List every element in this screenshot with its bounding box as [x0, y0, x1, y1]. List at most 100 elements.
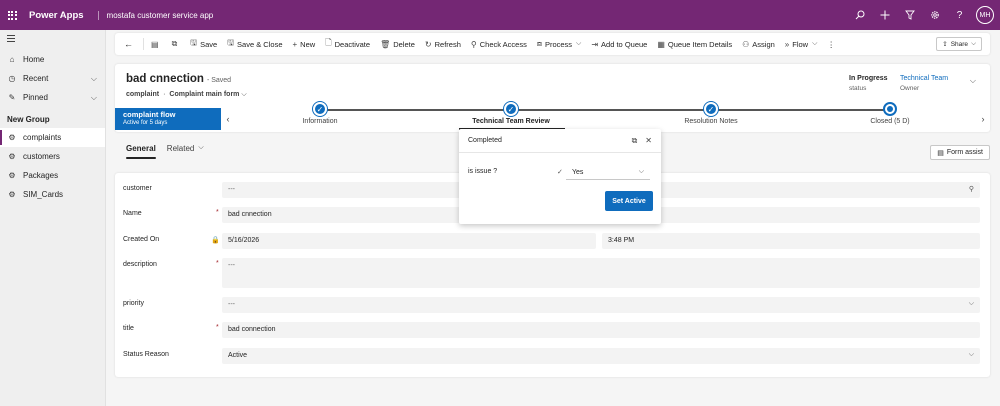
share-button[interactable]: ⇪ Share ⌵	[936, 37, 982, 51]
save-close-button[interactable]: 🖫 Save & Close	[222, 33, 287, 55]
filter-icon[interactable]	[897, 0, 922, 30]
stage-current-icon[interactable]	[883, 102, 897, 116]
created-on-time-input[interactable]: 3:48 PM	[602, 233, 980, 249]
field-value: ---	[228, 301, 235, 308]
bpf-next-button[interactable]: ›	[976, 108, 990, 130]
app-name[interactable]: mostafa customer service app	[97, 10, 213, 20]
stage-technical-team-review[interactable]: Technical Team Review	[472, 118, 550, 125]
back-button[interactable]: ←	[115, 33, 141, 55]
field-value: ---	[228, 186, 235, 193]
title-input[interactable]: bad connection	[222, 322, 980, 338]
field-value: Active	[228, 352, 248, 359]
form-view-button[interactable]: ▤	[146, 33, 167, 55]
share-icon: ⇪	[942, 41, 948, 48]
sidebar-item-customers[interactable]: ⚙ customers	[0, 147, 105, 166]
field-label: Name	[123, 210, 142, 217]
sidebar-item-pinned[interactable]: ✎ Pinned ⌵	[0, 88, 105, 107]
brand-name[interactable]: Power Apps	[29, 10, 84, 21]
created-on-date-input[interactable]: 5/16/2026	[222, 233, 596, 249]
record-subtitle: complaint · Complaint main form ⌵	[126, 91, 247, 99]
sidebar-item-packages[interactable]: ⚙ Packages	[0, 166, 105, 185]
priority-select[interactable]: --- ⌵	[222, 297, 980, 313]
flow-button[interactable]: » Flow ⌵	[780, 33, 823, 55]
queue-item-details-button[interactable]: ▦ Queue Item Details	[652, 33, 737, 55]
top-bar: Power Apps mostafa customer service app …	[0, 0, 1000, 30]
stage-completed-check-icon[interactable]: ✓	[704, 102, 718, 116]
field-label: Created On	[123, 236, 160, 243]
field-priority: priority --- ⌵	[115, 297, 990, 315]
check-icon: ✓	[557, 169, 563, 176]
sidebar-item-sim-cards[interactable]: ⚙ SIM_Cards	[0, 185, 105, 204]
bpf-prev-button[interactable]: ‹	[221, 108, 235, 130]
deactivate-label: Deactivate	[334, 39, 371, 49]
queue-item-details-label: Queue Item Details	[667, 39, 733, 49]
sidebar-item-home[interactable]: ⌂ Home	[0, 50, 105, 69]
bpf-flag[interactable]: complaint flow Active for 5 days	[115, 108, 221, 130]
queue-details-icon: ▦	[657, 39, 665, 49]
save-close-label: Save & Close	[237, 39, 283, 49]
app-launcher-icon[interactable]	[0, 0, 24, 30]
form-name: Complaint main form	[169, 91, 240, 98]
form-selector[interactable]: Complaint main form ⌵	[169, 91, 246, 99]
assign-button[interactable]: ⚇ Assign	[737, 33, 780, 55]
check-access-button[interactable]: ⚲ Check Access	[466, 33, 532, 55]
sidebar-item-recent[interactable]: ◷ Recent ⌵	[0, 69, 105, 88]
set-active-button[interactable]: Set Active	[605, 191, 653, 211]
stage-completed-check-icon[interactable]: ✓	[504, 102, 518, 116]
owner-value[interactable]: Technical Team	[900, 75, 948, 82]
status-value: In Progress	[849, 75, 888, 82]
search-icon[interactable]	[847, 0, 872, 30]
search-icon[interactable]: ⚲	[969, 185, 974, 193]
divider	[143, 38, 144, 50]
tab-related[interactable]: Related ⌵	[167, 136, 204, 160]
stage-closed[interactable]: Closed (5 D)	[870, 118, 909, 125]
new-button[interactable]: + New	[288, 33, 321, 55]
field-title: title * bad connection	[115, 322, 990, 340]
header-status-field: In Progress status	[849, 75, 888, 92]
add-to-queue-button[interactable]: ⇥ Add to Queue	[586, 33, 652, 55]
form-icon: ▤	[151, 39, 159, 49]
field-label: description	[123, 261, 157, 268]
sidebar-item-complaints[interactable]: ⚙ complaints	[0, 128, 105, 147]
add-to-queue-label: Add to Queue	[601, 39, 648, 49]
chevron-down-icon: ⌵	[812, 40, 818, 47]
flow-label: Flow	[792, 39, 809, 49]
stage-completed-check-icon[interactable]: ✓	[313, 102, 327, 116]
close-icon[interactable]: ✕	[645, 136, 652, 146]
header-expand-chevron-icon[interactable]: ⌵	[970, 76, 976, 86]
stage-information[interactable]: Information	[302, 118, 337, 125]
field-created-on: Created On 🔒 5/16/2026 3:48 PM	[115, 233, 990, 251]
field-label: customer	[123, 185, 152, 192]
save-button[interactable]: 🖫 Save	[185, 33, 222, 55]
is-issue-select[interactable]: Yes ⌵	[566, 165, 650, 180]
help-icon[interactable]: ?	[947, 0, 972, 30]
refresh-button[interactable]: ↻ Refresh	[420, 33, 466, 55]
chevron-down-icon: ⌵	[198, 144, 204, 151]
more-commands-button[interactable]: ⋮	[822, 33, 840, 55]
stage-resolution-notes[interactable]: Resolution Notes	[684, 118, 737, 125]
open-new-window-button[interactable]: ⧉	[167, 33, 186, 55]
status-reason-select[interactable]: Active ⌵	[222, 348, 980, 364]
save-icon: 🖫	[190, 38, 198, 47]
record-title: bad cnnection - Saved	[126, 73, 231, 85]
dock-icon[interactable]: ⧉	[632, 136, 638, 146]
sidebar-item-label: Packages	[23, 171, 59, 180]
form-assist-button[interactable]: ▤ Form assist	[930, 145, 990, 160]
form-assist-label: Form assist	[946, 149, 983, 156]
hamburger-icon[interactable]	[0, 30, 105, 46]
deactivate-button[interactable]: 🗋 Deactivate	[320, 33, 375, 55]
description-textarea[interactable]: ---	[222, 258, 980, 288]
avatar[interactable]: MH	[976, 6, 994, 24]
sidebar-item-label: complaints	[23, 133, 62, 142]
sidebar-item-label: Pinned	[23, 93, 48, 102]
entity-icon: ⚙	[8, 190, 16, 199]
delete-button[interactable]: 🗑 Delete	[375, 33, 420, 55]
process-button[interactable]: ⧈ Process ⌵	[532, 33, 587, 55]
gear-icon[interactable]	[922, 0, 947, 30]
tab-general[interactable]: General	[126, 136, 156, 160]
tab-label: General	[126, 143, 156, 153]
tab-label: Related	[166, 143, 195, 153]
field-value: bad connection	[228, 326, 276, 333]
field-label: priority	[123, 300, 145, 307]
plus-icon[interactable]	[872, 0, 897, 30]
